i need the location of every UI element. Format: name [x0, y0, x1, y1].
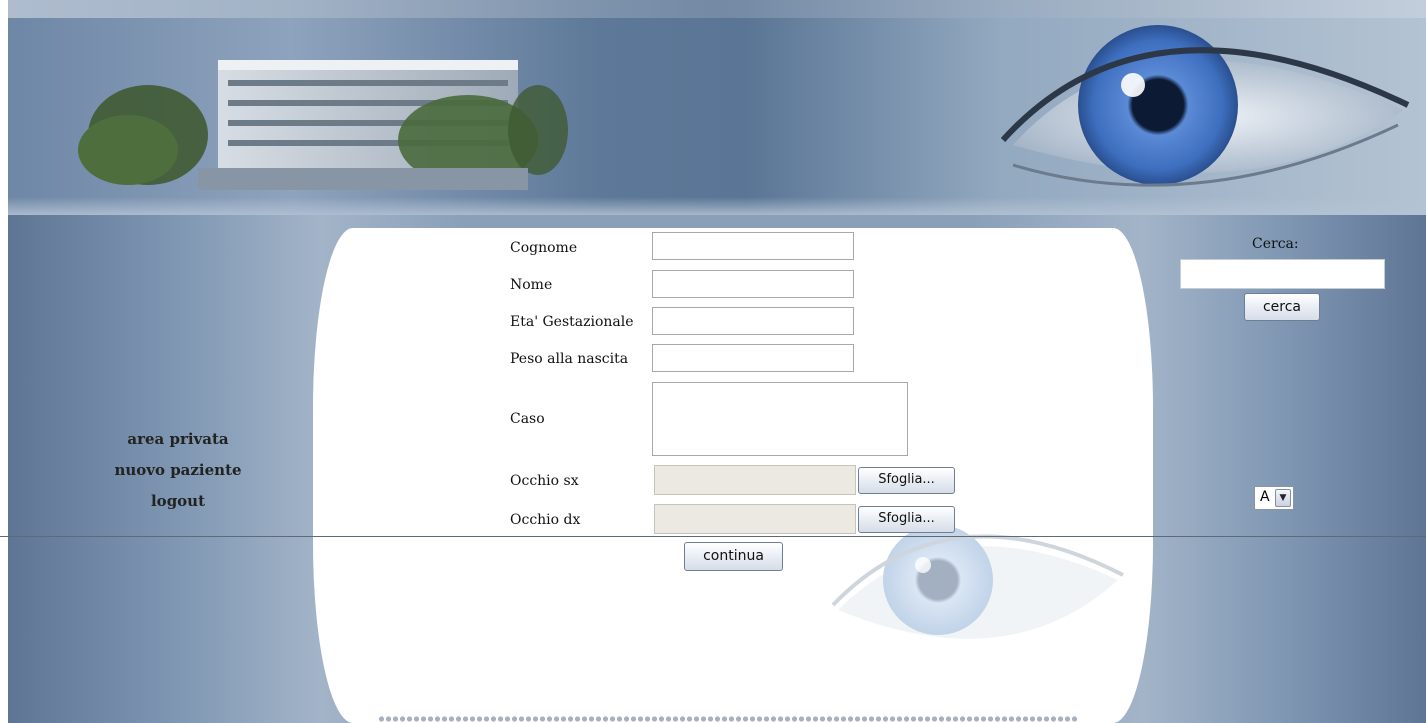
- peso-nascita-input[interactable]: [652, 344, 854, 372]
- peso-nascita-label: Peso alla nascita: [510, 351, 629, 367]
- occhio-dx-file-field[interactable]: [654, 504, 856, 534]
- eta-gestazionale-input[interactable]: [652, 307, 854, 335]
- occhio-sx-browse-button[interactable]: Sfoglia...: [858, 467, 955, 494]
- divider-line: [0, 536, 1426, 537]
- eta-gestazionale-label: Eta' Gestazionale: [510, 314, 634, 330]
- cognome-label: Cognome: [510, 240, 578, 256]
- eye-image: [1000, 25, 1410, 187]
- occhio-sx-file-field[interactable]: [654, 465, 856, 495]
- eye-watermark-image: [831, 525, 1124, 639]
- search-button[interactable]: cerca: [1244, 293, 1320, 321]
- building-image: [78, 60, 568, 190]
- search-label: Cerca:: [1252, 236, 1299, 252]
- continue-button[interactable]: continua: [684, 542, 783, 571]
- menu-item-logout[interactable]: logout: [108, 492, 248, 510]
- menu-item-area-privata[interactable]: area privata: [108, 430, 248, 448]
- nome-input[interactable]: [652, 270, 854, 298]
- search-input[interactable]: [1180, 259, 1385, 289]
- occhio-dx-browse-button[interactable]: Sfoglia...: [858, 506, 955, 533]
- panel-border-dots: [378, 715, 1078, 723]
- font-size-select-value: A: [1260, 489, 1270, 505]
- occhio-sx-label: Occhio sx: [510, 473, 579, 489]
- cognome-input[interactable]: [652, 232, 854, 260]
- chevron-down-icon[interactable]: ▼: [1275, 489, 1291, 507]
- caso-label: Caso: [510, 411, 545, 427]
- page-background: area privata nuovo paziente logout Cogno…: [8, 0, 1426, 723]
- font-size-select[interactable]: A ▼: [1254, 486, 1294, 510]
- caso-textarea[interactable]: [652, 382, 908, 456]
- occhio-dx-label: Occhio dx: [510, 512, 581, 528]
- nome-label: Nome: [510, 277, 553, 293]
- header-banner: [8, 0, 1426, 215]
- menu-item-nuovo-paziente[interactable]: nuovo paziente: [108, 461, 248, 479]
